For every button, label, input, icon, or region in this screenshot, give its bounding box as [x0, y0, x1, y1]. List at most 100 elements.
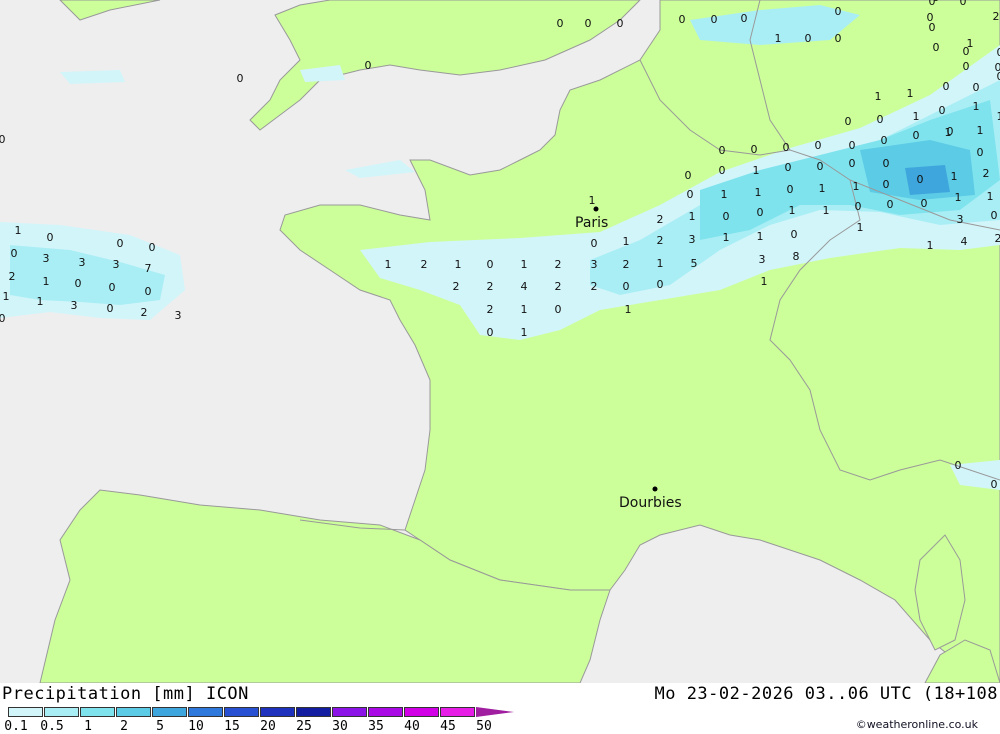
- precip-value-label: 1: [907, 87, 914, 100]
- precip-value-label: 0: [617, 17, 624, 30]
- precip-value-label: 0: [117, 237, 124, 250]
- precip-value-label: 1: [455, 258, 462, 271]
- precip-value-label: 3: [71, 299, 78, 312]
- precip-value-label: 0: [877, 113, 884, 126]
- precip-value-label: 1: [997, 0, 1000, 3]
- legend-tick-label: 1: [84, 719, 92, 734]
- precip-value-label: 0: [719, 144, 726, 157]
- precip-value-label: 0: [997, 46, 1000, 59]
- precip-value-label: 0: [855, 200, 862, 213]
- precip-value-label: 1: [973, 100, 980, 113]
- color-scale-ticks: 0.10.5125101520253035404550: [0, 719, 560, 733]
- precip-value-label: 1: [775, 32, 782, 45]
- legend-swatch: [296, 707, 331, 717]
- precip-value-label: 0: [107, 302, 114, 315]
- precip-value-label: 0: [835, 5, 842, 18]
- precip-value-label: 1: [977, 124, 984, 137]
- precip-value-label: 0: [719, 164, 726, 177]
- precip-value-label: 7: [145, 262, 152, 275]
- legend-swatch: [332, 707, 367, 717]
- precip-value-label: 1: [723, 231, 730, 244]
- precip-value-label: 0: [933, 41, 940, 54]
- precip-value-label: 3: [79, 256, 86, 269]
- precip-value-label: 0: [0, 133, 6, 146]
- precip-value-label: 0: [237, 72, 244, 85]
- precip-value-label: 1: [757, 230, 764, 243]
- precip-value-label: 2: [421, 258, 428, 271]
- precip-value-label: 4: [961, 235, 968, 248]
- map-canvas: 0000000000001001000011001100101110000000…: [0, 0, 1000, 683]
- precip-value-label: 2: [993, 10, 1000, 23]
- legend-swatch: [404, 707, 439, 717]
- legend-tick-label: 25: [296, 719, 312, 734]
- legend-tick-label: 20: [260, 719, 276, 734]
- precip-value-label: 0: [965, 0, 972, 3]
- precip-value-label: 0: [849, 157, 856, 170]
- precip-value-label: 1: [853, 180, 860, 193]
- precip-value-label: 0: [917, 173, 924, 186]
- precip-value-label: 1: [875, 90, 882, 103]
- precip-value-label: 1: [43, 275, 50, 288]
- precip-value-label: 0: [783, 141, 790, 154]
- precip-value-label: 0: [679, 13, 686, 26]
- precip-value-label: 3: [175, 309, 182, 322]
- precip-value-label: 2: [141, 306, 148, 319]
- precip-value-label: 0: [955, 459, 962, 472]
- precip-value-label: 0: [555, 303, 562, 316]
- precip-value-label: 2: [9, 270, 16, 283]
- precipitation-map[interactable]: 0000000000001001000011001100101110000000…: [0, 0, 1000, 683]
- precipitation-area: [60, 70, 125, 84]
- precip-value-label: 1: [385, 258, 392, 271]
- precip-value-label: 3: [689, 233, 696, 246]
- precip-value-label: 1: [755, 186, 762, 199]
- precip-value-label: 1: [913, 110, 920, 123]
- precip-value-label: 1: [761, 275, 768, 288]
- precip-value-label: 0: [817, 160, 824, 173]
- precip-value-label: 3: [113, 258, 120, 271]
- precip-value-label: 3: [759, 253, 766, 266]
- precip-value-label: 0: [787, 183, 794, 196]
- precip-value-label: 1: [3, 290, 10, 303]
- precip-value-label: 0: [883, 157, 890, 170]
- city-marker-paris: [594, 207, 599, 212]
- precip-value-label: 1: [997, 110, 1000, 123]
- precip-value-label: 1: [625, 303, 632, 316]
- precip-value-label: 0: [921, 197, 928, 210]
- precip-value-label: 1: [657, 257, 664, 270]
- precip-value-label: 1: [689, 210, 696, 223]
- copyright-link[interactable]: ©weatheronline.co.uk: [856, 718, 978, 731]
- precip-value-label: 0: [991, 478, 998, 491]
- color-scale-bar: [8, 707, 515, 717]
- legend-swatch: [80, 707, 115, 717]
- legend-swatch: [368, 707, 403, 717]
- precip-value-label: 0: [623, 280, 630, 293]
- precip-value-label: 1: [521, 326, 528, 339]
- precip-value-label: 2: [591, 280, 598, 293]
- legend-tick-label: 30: [332, 719, 348, 734]
- precip-value-label: 0: [11, 247, 18, 260]
- city-label-dourbies: Dourbies: [619, 495, 682, 511]
- precip-value-label: 0: [835, 32, 842, 45]
- legend-tick-label: 5: [156, 719, 164, 734]
- precip-value-label: 1: [721, 188, 728, 201]
- precip-value-label: 0: [685, 169, 692, 182]
- precip-value-label: 0: [109, 281, 116, 294]
- precip-value-label: 5: [691, 257, 698, 270]
- legend-tick-label: 45: [440, 719, 456, 734]
- legend-tick-label: 50: [476, 719, 492, 734]
- legend-tick-label: 2: [120, 719, 128, 734]
- city-marker-dourbies: [653, 487, 658, 492]
- precip-value-label: 0: [849, 139, 856, 152]
- precip-value-label: 0: [973, 81, 980, 94]
- precip-value-label: 0: [757, 206, 764, 219]
- precip-value-label: 3: [591, 258, 598, 271]
- precip-value-label: 0: [741, 12, 748, 25]
- precip-value-label: 0: [805, 32, 812, 45]
- legend-tick-label: 15: [224, 719, 240, 734]
- precip-value-label: 0: [881, 134, 888, 147]
- precip-value-label: 0: [913, 129, 920, 142]
- precip-value-label: 0: [711, 13, 718, 26]
- precip-value-label: 2: [487, 303, 494, 316]
- precip-value-label: 2: [657, 234, 664, 247]
- legend-swatch: [224, 707, 259, 717]
